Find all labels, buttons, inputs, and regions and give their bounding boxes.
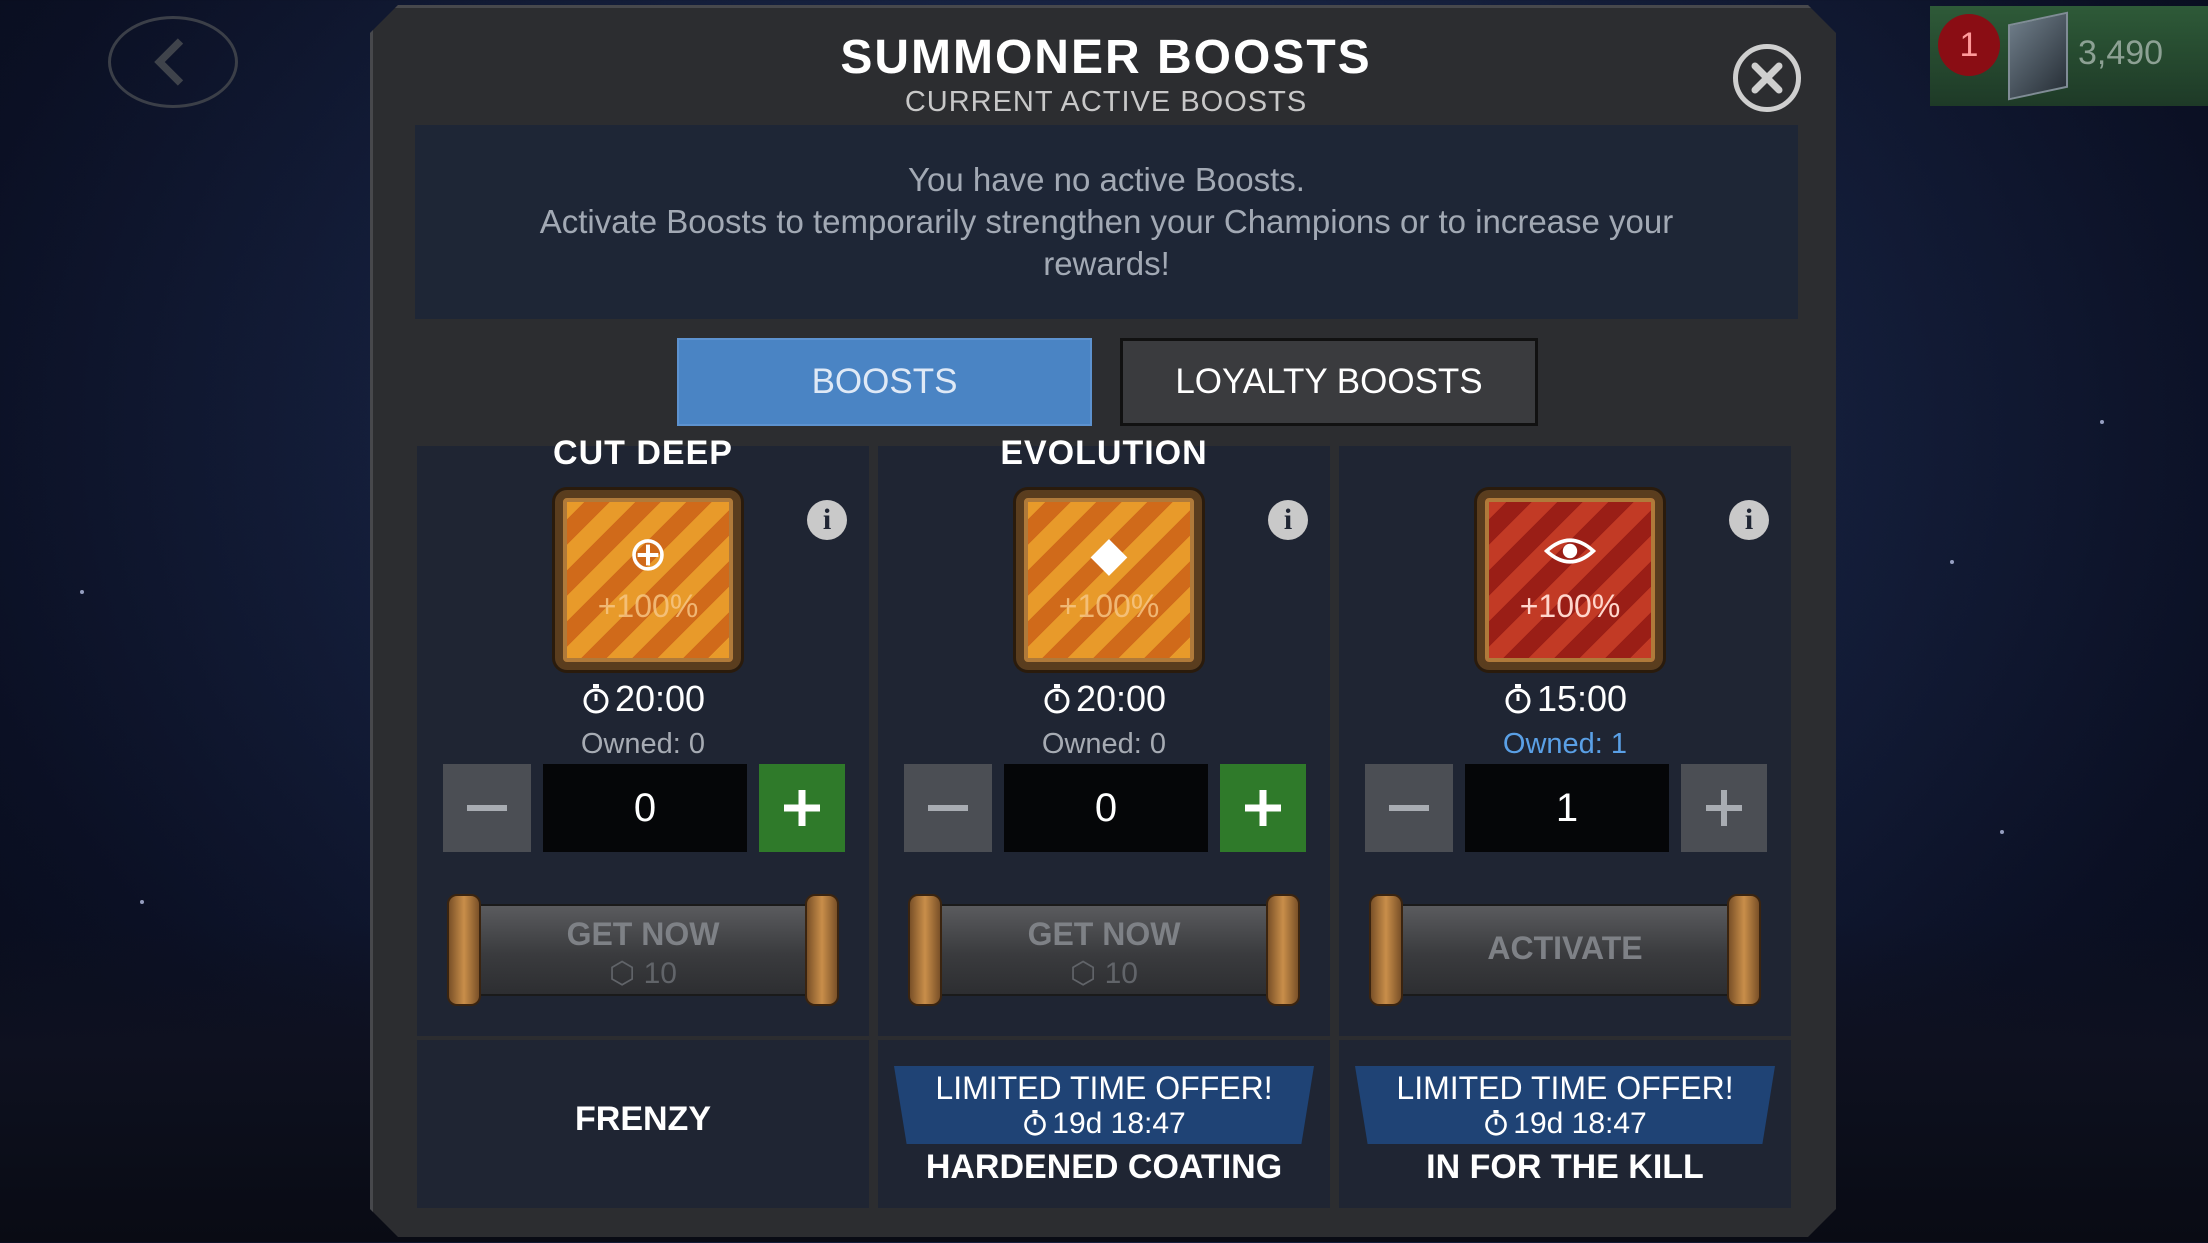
close-icon bbox=[1751, 62, 1783, 94]
quantity-stepper: 1 bbox=[1365, 764, 1767, 852]
get-now-button[interactable]: GET NOW ⬡ 10 bbox=[908, 894, 1300, 1006]
quantity-stepper: 0 bbox=[904, 764, 1306, 852]
units-icon: ⬡ bbox=[1070, 957, 1105, 990]
owned-count: Owned: 0 bbox=[580, 728, 706, 760]
limited-offer-banner: LIMITED TIME OFFER! 19d 18:47 bbox=[894, 1066, 1314, 1144]
quantity-value: 0 bbox=[543, 764, 747, 852]
info-icon[interactable]: i bbox=[1729, 500, 1769, 540]
units-currency-icon bbox=[2008, 11, 2068, 101]
offer-text: LIMITED TIME OFFER! bbox=[1396, 1070, 1734, 1106]
activate-button[interactable]: ACTIVATE bbox=[1369, 894, 1761, 1006]
decrease-button[interactable] bbox=[1365, 764, 1453, 852]
offer-text: LIMITED TIME OFFER! bbox=[935, 1070, 1273, 1106]
boost-card-in-for-the-kill: LIMITED TIME OFFER! 19d 18:47 IN FOR THE… bbox=[1339, 1040, 1791, 1208]
stopwatch-icon bbox=[1505, 684, 1531, 714]
currency-display[interactable]: 1 3,490 bbox=[1930, 6, 2208, 106]
boost-duration: 20:00 bbox=[417, 678, 869, 720]
no-active-boosts-text: You have no active Boosts. bbox=[908, 161, 1305, 198]
close-button[interactable] bbox=[1733, 44, 1801, 112]
minus-icon bbox=[1389, 805, 1429, 811]
plus-icon bbox=[1245, 790, 1281, 826]
increase-button[interactable] bbox=[1220, 764, 1306, 852]
decrease-button[interactable] bbox=[443, 764, 531, 852]
info-icon[interactable]: i bbox=[807, 500, 847, 540]
quantity-value: 1 bbox=[1465, 764, 1669, 852]
back-button[interactable] bbox=[108, 16, 238, 108]
stopwatch-icon bbox=[1024, 1110, 1047, 1136]
minus-icon bbox=[467, 805, 507, 811]
offer-timer: 19d 18:47 bbox=[1355, 1107, 1775, 1141]
minus-icon bbox=[928, 805, 968, 811]
notification-badge: 1 bbox=[1938, 14, 2000, 76]
stopwatch-icon bbox=[1485, 1110, 1508, 1136]
activate-label: ACTIVATE bbox=[1487, 930, 1643, 966]
boost-card-hardened-coating: LIMITED TIME OFFER! 19d 18:47 HARDENED C… bbox=[878, 1040, 1330, 1208]
boost-name: EVOLUTION bbox=[1000, 434, 1208, 472]
info-icon[interactable]: i bbox=[1268, 500, 1308, 540]
price: ⬡ 10 bbox=[447, 956, 839, 991]
boost-name: IN FOR THE KILL bbox=[1426, 1148, 1704, 1186]
boost-card-cut-deep: CUT DEEP ⊕ +100% i 20:00 Owned: 0 0 GET … bbox=[417, 434, 869, 1036]
tab-loyalty-boosts[interactable]: LOYALTY BOOSTS bbox=[1120, 338, 1538, 426]
stopwatch-icon bbox=[583, 684, 609, 714]
offer-timer-text: 19d 18:47 bbox=[1513, 1107, 1647, 1140]
quantity-value: 0 bbox=[1004, 764, 1208, 852]
activate-boosts-hint: Activate Boosts to temporarily strengthe… bbox=[539, 203, 1674, 282]
eye-icon bbox=[1485, 526, 1655, 581]
chevron-left-icon bbox=[154, 38, 184, 86]
boost-icon-cut-deep[interactable]: ⊕ +100% bbox=[555, 490, 741, 670]
increase-button[interactable] bbox=[759, 764, 845, 852]
boost-name: FRENZY bbox=[575, 1100, 711, 1138]
creature-head-icon: ◆ bbox=[1090, 528, 1128, 581]
decrease-button[interactable] bbox=[904, 764, 992, 852]
offer-timer: 19d 18:47 bbox=[894, 1107, 1314, 1141]
get-now-label: GET NOW bbox=[566, 916, 720, 952]
boost-bonus: +100% bbox=[597, 588, 699, 624]
boost-name: CUT DEEP bbox=[553, 434, 733, 472]
limited-offer-banner: LIMITED TIME OFFER! 19d 18:47 bbox=[1355, 1066, 1775, 1144]
plus-icon bbox=[784, 790, 820, 826]
plus-icon bbox=[1706, 790, 1742, 826]
units-icon: ⬡ bbox=[609, 957, 644, 990]
price-value: 10 bbox=[1104, 957, 1138, 990]
boost-card-evolution: EVOLUTION ◆ +100% i 20:00 Owned: 0 0 GET… bbox=[878, 434, 1330, 1036]
offer-timer-text: 19d 18:47 bbox=[1052, 1107, 1186, 1140]
duration-text: 20:00 bbox=[1075, 678, 1167, 719]
crosshair-arrow-icon: ⊕ bbox=[627, 528, 669, 581]
duration-text: 20:00 bbox=[614, 678, 706, 719]
boost-card-frenzy: FRENZY bbox=[417, 1040, 869, 1208]
get-now-label: GET NOW bbox=[1027, 916, 1181, 952]
active-boosts-message: You have no active Boosts. Activate Boos… bbox=[415, 125, 1798, 319]
boost-bonus: +100% bbox=[1058, 588, 1160, 624]
page-subtitle: CURRENT ACTIVE BOOSTS bbox=[904, 86, 1308, 118]
page-title: SUMMONER BOOSTS bbox=[840, 31, 1372, 84]
tab-boosts[interactable]: BOOSTS bbox=[677, 338, 1092, 426]
increase-button[interactable] bbox=[1681, 764, 1767, 852]
boost-duration: 20:00 bbox=[878, 678, 1330, 720]
get-now-button[interactable]: GET NOW ⬡ 10 bbox=[447, 894, 839, 1006]
price-value: 10 bbox=[643, 957, 677, 990]
boost-name: HARDENED COATING bbox=[925, 1148, 1283, 1186]
duration-text: 15:00 bbox=[1536, 678, 1628, 719]
currency-amount: 3,490 bbox=[2078, 34, 2164, 72]
quantity-stepper: 0 bbox=[443, 764, 845, 852]
boost-bonus: +100% bbox=[1519, 588, 1621, 624]
boost-duration: 15:00 bbox=[1339, 678, 1791, 720]
owned-count: Owned: 0 bbox=[1041, 728, 1167, 760]
boost-icon-evolution[interactable]: ◆ +100% bbox=[1016, 490, 1202, 670]
stopwatch-icon bbox=[1044, 684, 1070, 714]
summoner-boosts-panel: SUMMONER BOOSTS CURRENT ACTIVE BOOSTS Yo… bbox=[370, 5, 1836, 1237]
price: ⬡ 10 bbox=[908, 956, 1300, 991]
owned-count: Owned: 1 bbox=[1502, 728, 1628, 760]
boost-card-vision: +100% i 15:00 Owned: 1 1 ACTIVATE bbox=[1339, 446, 1791, 1036]
boost-icon-eye[interactable]: +100% bbox=[1477, 490, 1663, 670]
